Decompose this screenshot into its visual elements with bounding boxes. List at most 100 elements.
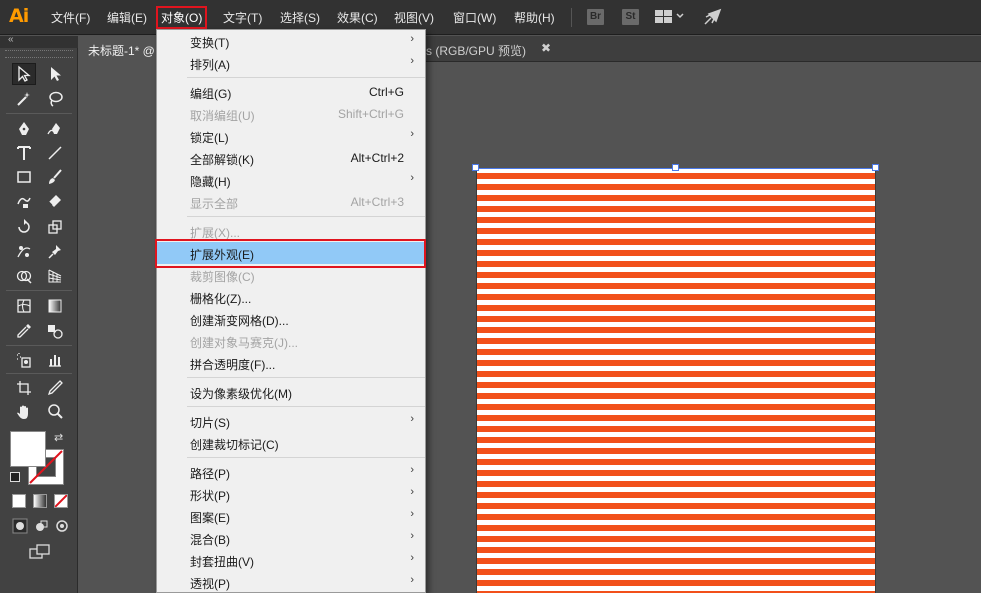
menu-file[interactable]: 文件(F) [51, 9, 90, 26]
draw-normal-icon[interactable] [12, 518, 28, 537]
tab-document-2[interactable]: s (RGB/GPU 预览) [426, 36, 526, 62]
draw-behind-icon[interactable] [33, 518, 49, 537]
selection-handle[interactable] [472, 164, 479, 171]
zoom-tool-icon[interactable] [43, 401, 67, 423]
puppet-warp-tool-icon[interactable] [12, 241, 36, 263]
column-graph-tool-icon[interactable] [43, 349, 67, 371]
menu-item[interactable]: 透视(P) › [157, 571, 425, 593]
grid-layout-icon[interactable] [655, 10, 685, 27]
default-colors-icon[interactable] [10, 472, 20, 482]
menu-help[interactable]: 帮助(H) [514, 9, 555, 26]
menu-item[interactable]: 路径(P) › [157, 461, 425, 483]
menu-item-label: 设为像素级优化(M) [190, 387, 292, 401]
pin-tool-icon[interactable] [43, 241, 67, 263]
eraser-tool-icon[interactable] [43, 190, 67, 212]
hand-tool-icon[interactable] [12, 401, 36, 423]
menu-item-label: 隐藏(H) [190, 175, 231, 189]
tools-panel: « ⇄ [0, 34, 78, 593]
magic-wand-tool-icon[interactable] [12, 88, 36, 110]
scale-tool-icon[interactable] [43, 216, 67, 238]
shaper-tool-icon[interactable] [12, 190, 36, 212]
menu-item[interactable]: 混合(B) › [157, 527, 425, 549]
tab-document-1[interactable]: 未标题-1* @ [78, 36, 158, 62]
fill-swatch[interactable] [10, 431, 46, 467]
menu-item[interactable]: 全部解锁(K) Alt+Ctrl+2 [157, 147, 425, 169]
color-mode-icon[interactable] [12, 494, 26, 508]
menu-item[interactable]: 设为像素级优化(M) [157, 381, 425, 403]
menu-item[interactable]: 图案(E) › [157, 505, 425, 527]
type-tool-icon[interactable] [12, 142, 36, 164]
menu-item-label: 创建对象马赛克(J)... [190, 336, 298, 350]
curvature-tool-icon[interactable] [43, 118, 67, 140]
menu-item[interactable]: 变换(T) › [157, 30, 425, 52]
rectangle-tool-icon[interactable] [12, 166, 36, 188]
menu-item-label: 形状(P) [190, 489, 230, 503]
menu-item-label: 扩展(X)... [190, 226, 240, 240]
none-mode-icon[interactable] [54, 494, 68, 508]
menu-item: 创建对象马赛克(J)... [157, 330, 425, 352]
selection-handle[interactable] [672, 164, 679, 171]
selection-handle[interactable] [872, 164, 879, 171]
menu-item-label: 栅格化(Z)... [190, 292, 252, 306]
submenu-arrow-icon: › [410, 172, 414, 184]
slice-tool-icon[interactable] [43, 377, 67, 399]
lasso-tool-icon[interactable] [43, 88, 67, 110]
eyedropper-tool-icon[interactable] [12, 320, 36, 342]
pen-tool-icon[interactable] [12, 118, 36, 140]
swap-fill-stroke-icon[interactable]: ⇄ [54, 431, 63, 444]
paintbrush-tool-icon[interactable] [43, 166, 67, 188]
menu-item[interactable]: 创建裁切标记(C) [157, 432, 425, 454]
submenu-arrow-icon: › [410, 413, 414, 425]
menu-item-label: 拼合透明度(F)... [190, 358, 276, 372]
blend-tool-icon[interactable] [43, 320, 67, 342]
tab-close-icon[interactable]: ✖ [541, 41, 551, 55]
menu-window[interactable]: 窗口(W) [453, 9, 496, 26]
direct-selection-tool-icon[interactable] [43, 63, 67, 85]
rocket-icon[interactable] [703, 8, 723, 29]
menu-item-label: 创建裁切标记(C) [190, 438, 279, 452]
artboard-tool-icon[interactable] [12, 377, 36, 399]
menu-item[interactable]: 拼合透明度(F)... [157, 352, 425, 374]
menu-item-label: 图案(E) [190, 511, 230, 525]
stock-button[interactable]: St [622, 9, 639, 25]
menu-item[interactable]: 隐藏(H) › [157, 169, 425, 191]
mesh-tool-icon[interactable] [12, 295, 36, 317]
toolbar-grip[interactable] [5, 50, 73, 58]
menu-item-label: 切片(S) [190, 416, 230, 430]
menu-item[interactable]: 封套扭曲(V) › [157, 549, 425, 571]
menu-edit[interactable]: 编辑(E) [107, 9, 147, 26]
menu-select[interactable]: 选择(S) [280, 9, 320, 26]
gradient-mode-icon[interactable] [33, 494, 47, 508]
collapse-icon[interactable]: « [8, 34, 14, 45]
striped-artwork[interactable] [476, 168, 876, 593]
shape-builder-tool-icon[interactable] [12, 265, 36, 287]
rotate-tool-icon[interactable] [12, 216, 36, 238]
draw-inside-icon[interactable] [54, 518, 70, 537]
menu-separator [187, 216, 425, 217]
perspective-grid-tool-icon[interactable] [43, 265, 67, 287]
submenu-arrow-icon: › [410, 486, 414, 498]
gradient-tool-icon[interactable] [43, 295, 67, 317]
menu-item-shortcut: Alt+Ctrl+3 [350, 195, 404, 209]
symbol-sprayer-tool-icon[interactable] [12, 349, 36, 371]
menu-item[interactable]: 切片(S) › [157, 410, 425, 432]
menu-item[interactable]: 编组(G) Ctrl+G [157, 81, 425, 103]
bridge-button[interactable]: Br [587, 9, 604, 25]
menu-type[interactable]: 文字(T) [223, 9, 262, 26]
menu-item[interactable]: 创建渐变网格(D)... [157, 308, 425, 330]
toolbar-divider [6, 113, 72, 114]
screen-mode-icon[interactable] [29, 544, 51, 563]
menu-item[interactable]: 栅格化(Z)... [157, 286, 425, 308]
menu-item[interactable]: 锁定(L) › [157, 125, 425, 147]
menu-item[interactable]: 形状(P) › [157, 483, 425, 505]
toolbar-divider [6, 345, 72, 346]
menu-item-label: 排列(A) [190, 58, 230, 72]
menu-item[interactable]: 扩展外观(E) [157, 242, 425, 264]
line-segment-tool-icon[interactable] [43, 142, 67, 164]
menu-item[interactable]: 排列(A) › [157, 52, 425, 74]
menu-effect[interactable]: 效果(C) [337, 9, 378, 26]
menu-object[interactable]: 对象(O) [156, 6, 208, 29]
submenu-arrow-icon: › [410, 552, 414, 564]
menu-view[interactable]: 视图(V) [394, 9, 434, 26]
selection-tool-icon[interactable] [12, 63, 36, 85]
